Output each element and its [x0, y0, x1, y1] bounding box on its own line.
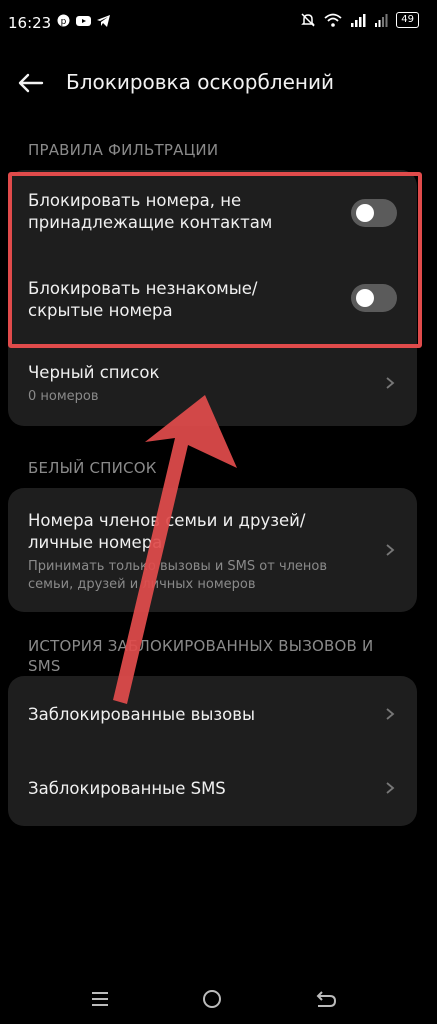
chevron-right-icon: [386, 782, 395, 794]
chevron-right-icon: [386, 377, 395, 389]
chevron-right-icon: [386, 544, 395, 556]
pinterest-icon: p: [57, 14, 70, 27]
block-unknown-hidden-row[interactable]: Блокировать незнакомые/ скрытые номера: [28, 278, 307, 322]
notification-icons: p: [57, 14, 110, 27]
toggle-knob: [356, 289, 374, 307]
blocked-sms-label: Заблокированные SMS: [28, 779, 226, 798]
block-non-contacts-toggle[interactable]: [351, 199, 397, 227]
svg-text:p: p: [61, 17, 67, 27]
back-arrow-icon: [18, 73, 44, 93]
blocked-calls-label: Заблокированные вызовы: [28, 705, 255, 724]
mute-icon: [301, 13, 316, 27]
status-bar: 16:23 p 49: [0, 0, 437, 44]
toggle-knob: [356, 204, 374, 222]
section-label-filter-rules: ПРАВИЛА ФИЛЬТРАЦИИ: [28, 141, 219, 159]
home-circle-icon: [203, 990, 221, 1008]
blocked-sms-row[interactable]: Заблокированные SMS: [28, 778, 397, 800]
status-time: 16:23: [8, 14, 52, 32]
menu-icon: [92, 992, 108, 1006]
blacklist-label: Черный список: [28, 363, 160, 382]
system-icons: 49: [300, 12, 419, 28]
home-button[interactable]: [197, 984, 227, 1014]
app-header: Блокировка оскорблений: [0, 60, 437, 104]
youtube-icon: [76, 15, 91, 26]
block-unknown-hidden-toggle[interactable]: [351, 284, 397, 312]
blacklist-row[interactable]: Черный список 0 номеров: [28, 362, 397, 406]
block-non-contacts-row[interactable]: Блокировать номера, не принадлежащие кон…: [28, 190, 307, 234]
signal-icon: [375, 14, 388, 27]
telegram-icon: [97, 14, 110, 27]
back-nav-icon: [316, 991, 337, 1007]
back-button[interactable]: [14, 66, 48, 100]
blocked-calls-row[interactable]: Заблокированные вызовы: [28, 704, 397, 726]
family-friends-row[interactable]: Номера членов семьи и друзей/ личные ном…: [28, 510, 357, 594]
family-friends-label: Номера членов семьи и друзей/ личные ном…: [28, 511, 306, 552]
page-title: Блокировка оскорблений: [66, 70, 334, 94]
section-label-history: ИСТОРИЯ ЗАБЛОКИРОВАННЫХ ВЫЗОВОВ И SMS: [28, 637, 374, 675]
whitelist-card: Номера членов семьи и друзей/ личные ном…: [8, 488, 417, 612]
section-label-whitelist: БЕЛЫЙ СПИСОК: [28, 459, 157, 477]
block-non-contacts-label: Блокировать номера, не принадлежащие кон…: [28, 191, 273, 232]
blacklist-count: 0 номеров: [28, 389, 99, 404]
chevron-right-icon: [386, 708, 395, 720]
block-unknown-hidden-label: Блокировать незнакомые/ скрытые номера: [28, 279, 258, 320]
family-friends-description: Принимать только вызовы и SMS от членов …: [28, 559, 328, 592]
navigation-bar: [0, 972, 437, 1024]
signal-icon: [351, 14, 366, 27]
filter-rules-card: Блокировать номера, не принадлежащие кон…: [8, 170, 417, 426]
history-card: Заблокированные вызовы Заблокированные S…: [8, 676, 417, 826]
menu-button[interactable]: [85, 984, 115, 1014]
back-nav-button[interactable]: [310, 984, 340, 1014]
wifi-icon: [324, 13, 342, 27]
battery-indicator: 49: [396, 12, 419, 28]
